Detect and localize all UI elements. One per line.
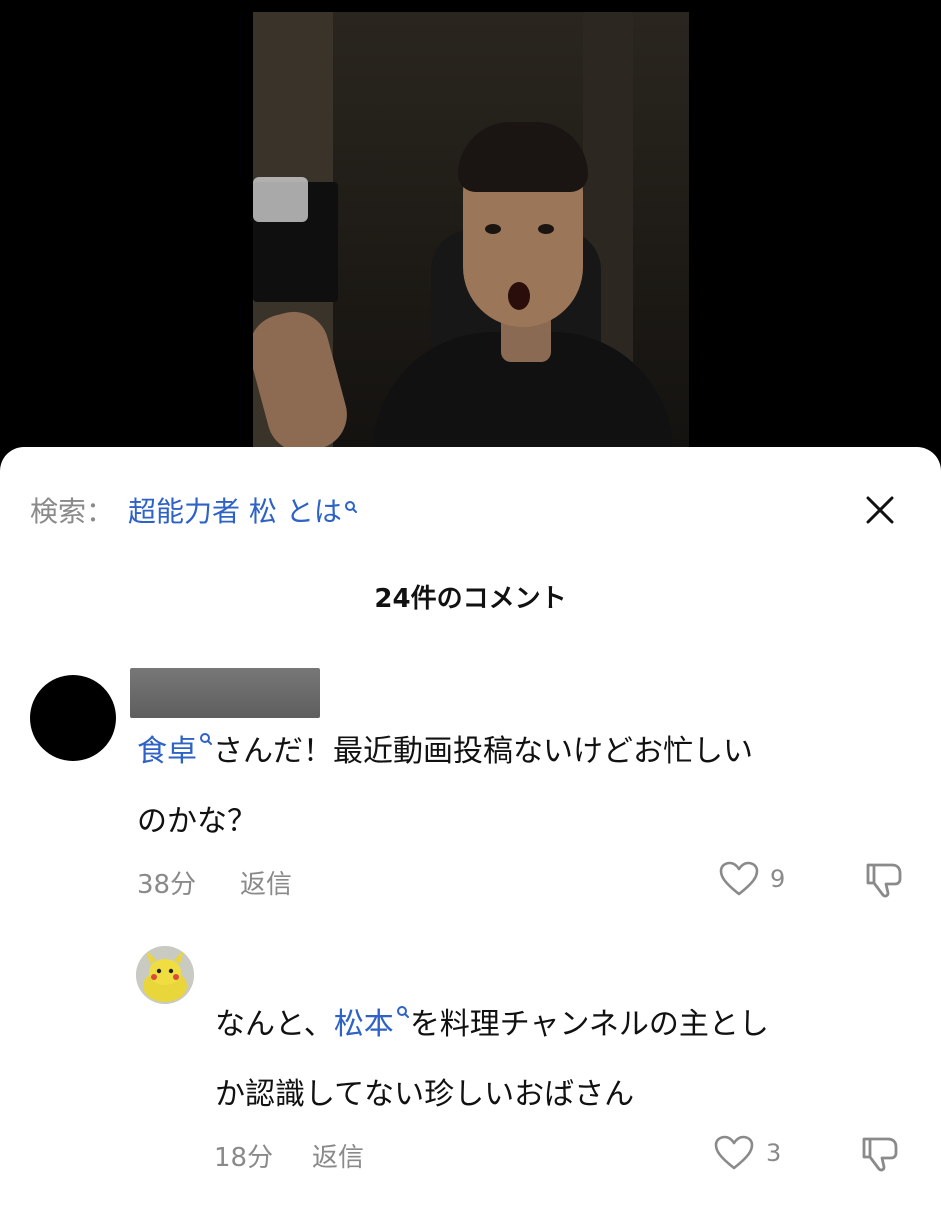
thumbs-down-icon[interactable]	[858, 1131, 902, 1175]
video-person-mouth	[508, 282, 530, 310]
like-count: 3	[766, 1139, 782, 1167]
close-icon	[866, 496, 894, 524]
video-person-eye	[485, 224, 501, 234]
search-term[interactable]: 超能力者 松 とは	[128, 490, 342, 530]
video-person-eye	[538, 224, 554, 234]
username-redacted	[130, 668, 320, 718]
comment-keyword-link[interactable]: 松本	[334, 1007, 394, 1042]
comment-line: なんと、	[215, 1007, 334, 1042]
reply-button[interactable]: 返信	[240, 864, 292, 901]
video-area	[0, 0, 941, 470]
comment-time: 38分	[137, 870, 197, 900]
search-suggestion[interactable]: 検索： 超能力者 松 とは	[30, 485, 358, 535]
avatar[interactable]	[136, 946, 194, 1004]
video-player[interactable]	[253, 12, 689, 452]
avatar[interactable]	[30, 675, 116, 761]
comment-text: 食卓 さんだ！最近動画投稿ないけどお忙しい のかな？	[137, 717, 907, 857]
heart-icon[interactable]	[714, 1135, 754, 1171]
search-icon	[396, 1006, 409, 1018]
thumbs-down-icon[interactable]	[862, 857, 906, 901]
video-person-hair	[458, 122, 588, 192]
comment-count: 24件のコメント	[374, 584, 567, 614]
close-button[interactable]	[860, 490, 900, 530]
comment-line: のかな？	[137, 804, 257, 839]
comment-line: か認識してない珍しいおばさん	[215, 1077, 635, 1112]
pikachu-avatar-image	[136, 946, 194, 1004]
comment-text: なんと、松本 を料理チャンネルの主とし か認識してない珍しいおばさん	[215, 990, 915, 1130]
heart-icon[interactable]	[719, 861, 759, 897]
comment-time: 18分	[214, 1143, 274, 1173]
comment-line: を料理チャンネルの主とし	[409, 1007, 769, 1042]
like-count: 9	[770, 865, 786, 893]
comment-line: さんだ！最近動画投稿ないけどお忙しい	[213, 734, 753, 769]
comment-keyword-link[interactable]: 食卓	[137, 734, 197, 769]
reply-button[interactable]: 返信	[312, 1137, 364, 1174]
search-prefix: 検索：	[30, 495, 115, 528]
video-object	[253, 177, 308, 222]
search-icon	[200, 733, 212, 745]
search-icon	[344, 501, 357, 513]
